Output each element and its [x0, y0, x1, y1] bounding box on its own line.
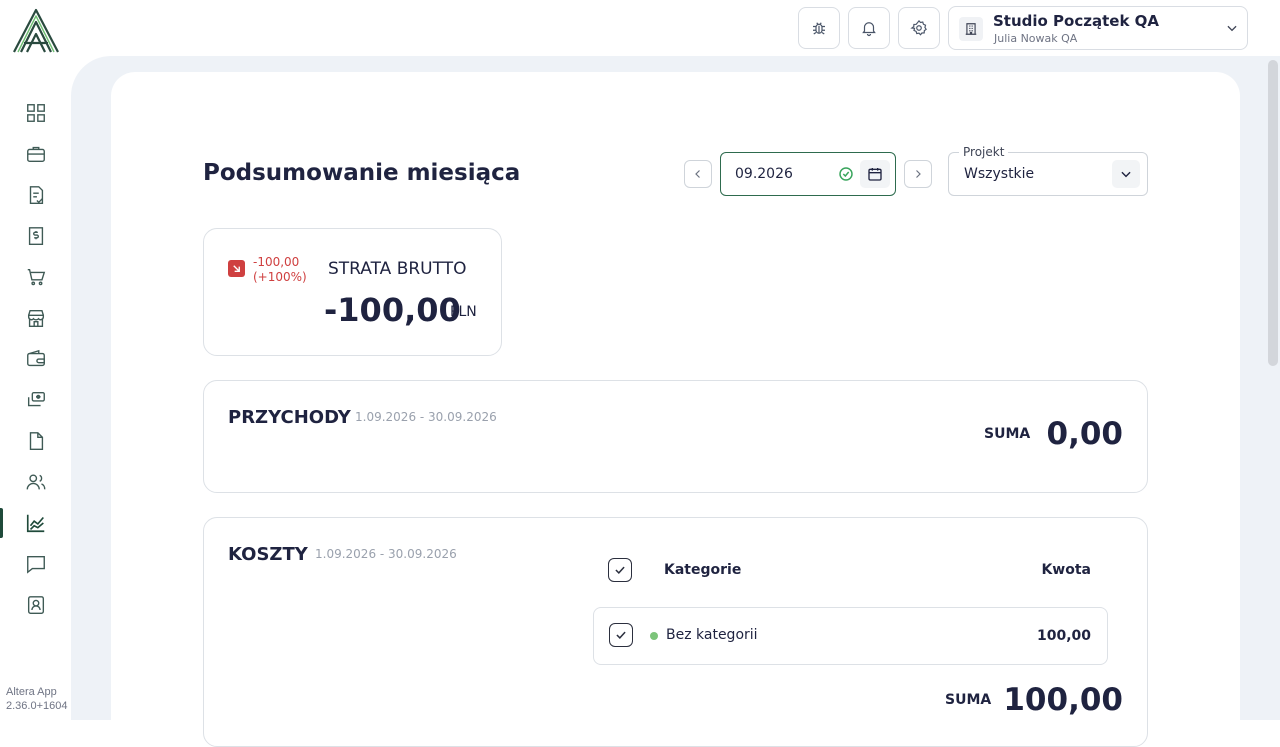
user-name: Julia Nowak QA — [994, 32, 1078, 45]
nav-store[interactable] — [0, 301, 72, 335]
column-header-category[interactable]: Kategorie — [664, 562, 741, 578]
trend-change: -100,00 (+100%) — [253, 255, 307, 285]
nav-projects[interactable] — [0, 137, 72, 171]
invoice-icon — [29, 186, 44, 204]
app-logo[interactable] — [10, 7, 62, 55]
store-icon — [27, 309, 45, 327]
category-row[interactable]: Bez kategorii 100,00 — [593, 607, 1108, 665]
chat-icon — [27, 555, 45, 574]
gross-loss-card: -100,00 (+100%) STRATA BRUTTO -100,00 PL… — [203, 228, 502, 356]
page-title: Podsumowanie miesiąca — [203, 160, 521, 186]
income-title: PRZYCHODY — [228, 407, 351, 428]
calendar-icon — [868, 168, 882, 181]
file-icon — [29, 432, 44, 450]
previous-month-button[interactable] — [684, 160, 712, 188]
contact-icon — [27, 596, 45, 614]
category-color-dot — [650, 632, 658, 640]
summary-currency: PLN — [450, 304, 477, 320]
income-card: PRZYCHODY 1.09.2026 - 30.09.2026 SUMA 0,… — [203, 380, 1148, 493]
category-amount: 100,00 — [1036, 628, 1091, 644]
nav-wallet[interactable] — [0, 342, 72, 376]
chevron-down-icon — [1121, 171, 1131, 178]
costs-sum-value: 100,00 — [1003, 682, 1123, 718]
project-label: Projekt — [959, 145, 1009, 159]
trend-down-icon — [228, 260, 245, 277]
cost-document-icon — [28, 227, 44, 245]
month-value[interactable]: 09.2026 — [735, 166, 793, 182]
category-name: Bez kategorii — [666, 627, 758, 643]
company-selector[interactable]: Studio Początek QA Julia Nowak QA — [948, 6, 1248, 50]
bug-icon — [813, 22, 825, 35]
trend-change-percent: (+100%) — [253, 270, 307, 284]
app-version: Altera App 2.36.0+1604 — [6, 685, 67, 713]
building-icon — [959, 17, 983, 41]
notifications-button[interactable] — [848, 7, 890, 49]
nav-purchases[interactable] — [0, 260, 72, 294]
check-icon — [615, 566, 625, 575]
company-name: Studio Początek QA — [993, 12, 1160, 30]
costs-sum-label: SUMA — [945, 692, 992, 708]
gear-icon — [910, 19, 927, 36]
nav-invoices[interactable] — [0, 178, 72, 212]
nav-payments[interactable] — [0, 383, 72, 417]
trend-change-value: -100,00 — [253, 255, 300, 269]
cart-icon — [27, 268, 46, 286]
select-all-checkbox[interactable] — [608, 558, 632, 582]
column-header-amount[interactable]: Kwota — [1041, 562, 1091, 578]
check-circle-icon — [839, 167, 853, 181]
chevron-right-icon — [916, 170, 921, 178]
wallet-icon — [27, 349, 45, 367]
costs-title: KOSZTY — [228, 544, 308, 565]
settings-button[interactable] — [898, 7, 940, 49]
costs-range: 1.09.2026 - 30.09.2026 — [315, 547, 457, 561]
nav-costs[interactable] — [0, 219, 72, 253]
check-icon — [616, 631, 626, 640]
project-dropdown-button[interactable] — [1112, 160, 1140, 188]
nav-documents[interactable] — [0, 424, 72, 458]
app-version-name: Altera App — [6, 686, 57, 698]
calendar-button[interactable] — [860, 160, 890, 188]
category-checkbox[interactable] — [609, 623, 633, 647]
sidebar: Altera App 2.36.0+1604 — [0, 0, 72, 720]
next-month-button[interactable] — [904, 160, 932, 188]
dashboard-icon — [27, 104, 45, 122]
project-select[interactable]: Projekt Wszystkie — [948, 145, 1148, 196]
nav-dashboard[interactable] — [0, 96, 72, 130]
app-version-number: 2.36.0+1604 — [6, 700, 68, 712]
summary-title: STRATA BRUTTO — [328, 259, 467, 279]
chevron-down-icon — [1227, 25, 1237, 32]
summary-value: -100,00 — [324, 291, 461, 329]
income-sum-value: 0,00 — [1046, 416, 1124, 452]
bug-report-button[interactable] — [798, 7, 840, 49]
chart-icon — [26, 514, 45, 533]
month-picker[interactable]: 09.2026 — [720, 152, 896, 196]
nav-messages[interactable] — [0, 547, 72, 581]
briefcase-icon — [27, 146, 45, 163]
nav-reports[interactable] — [0, 506, 72, 540]
income-range: 1.09.2026 - 30.09.2026 — [355, 410, 497, 424]
payments-icon — [27, 391, 45, 407]
project-value[interactable]: Wszystkie — [964, 166, 1034, 182]
nav-profile[interactable] — [0, 588, 72, 622]
chevron-left-icon — [695, 170, 700, 178]
users-icon — [26, 474, 46, 490]
costs-card: KOSZTY 1.09.2026 - 30.09.2026 Kategorie … — [203, 517, 1148, 747]
bell-icon — [862, 22, 876, 37]
income-sum-label: SUMA — [984, 426, 1031, 442]
nav-contacts[interactable] — [0, 465, 72, 499]
page-scrollbar[interactable] — [1268, 60, 1278, 366]
